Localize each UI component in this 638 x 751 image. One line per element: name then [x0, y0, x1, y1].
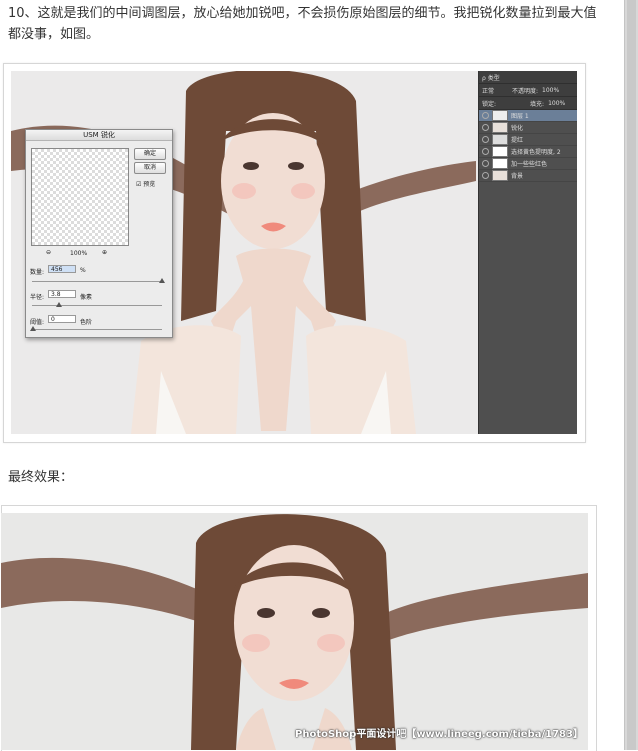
visibility-eye-icon[interactable]	[482, 112, 489, 119]
blend-bar: 正常 不透明度: 100%	[479, 84, 577, 97]
layer-name: 加一些些红色	[511, 161, 548, 168]
ok-button[interactable]: 确定	[134, 148, 166, 160]
layer-thumbnail	[492, 134, 508, 145]
layer-thumbnail	[492, 110, 508, 121]
opacity-label: 不透明度:	[512, 87, 539, 95]
radius-label: 半径:	[30, 294, 45, 301]
scrollbar-thumb[interactable]	[627, 0, 636, 750]
radius-slider[interactable]	[32, 305, 162, 306]
threshold-unit: 色阶	[80, 319, 93, 326]
amount-input[interactable]: 456	[48, 265, 76, 273]
layer-row[interactable]: 选择黄色提明度, 2	[479, 146, 577, 158]
watermark-text: PhotoShop平面设计吧【www.lineeg.com/tieba/1783…	[295, 729, 583, 740]
final-result-image	[1, 513, 588, 750]
zoom-in-icon[interactable]: ⊕	[102, 249, 107, 256]
layer-name: 提红	[511, 137, 524, 144]
layer-row[interactable]: 图层 1	[479, 110, 577, 122]
visibility-eye-icon[interactable]	[482, 124, 489, 131]
radius-slider-handle[interactable]	[56, 302, 62, 307]
layers-filter-bar[interactable]: ρ 类型	[479, 71, 577, 84]
adjustment-thumbnail	[492, 158, 508, 169]
amount-slider[interactable]	[32, 281, 162, 282]
final-effect-caption: 最终效果：	[8, 470, 74, 485]
visibility-eye-icon[interactable]	[482, 160, 489, 167]
layer-row[interactable]: 加一些些红色	[479, 158, 577, 170]
preview-label: 预览	[143, 181, 156, 188]
opacity-value[interactable]: 100%	[542, 87, 559, 94]
step-paragraph: 10、这就是我们的中间调图层，放心给她加锐吧，不会损伤原始图层的细节。我把锐化数…	[8, 6, 597, 42]
cancel-button[interactable]: 取消	[134, 162, 166, 174]
filter-preview[interactable]	[31, 148, 129, 246]
layer-row[interactable]: 提红	[479, 134, 577, 146]
dialog-title: USM 锐化	[26, 130, 172, 141]
preview-checkbox[interactable]: ☑ 预览	[136, 179, 155, 188]
photoshop-screenshot: ρ 类型 正常 不透明度: 100% 锁定: 填充: 100% 图层 1 锐化 …	[11, 71, 577, 434]
layer-name: 锐化	[511, 125, 524, 132]
zoom-out-icon[interactable]: ⊖	[46, 249, 51, 256]
layer-name: 选择黄色提明度, 2	[511, 149, 561, 156]
threshold-slider-handle[interactable]	[30, 326, 36, 331]
visibility-eye-icon[interactable]	[482, 172, 489, 179]
visibility-eye-icon[interactable]	[482, 136, 489, 143]
blend-mode-select[interactable]: 正常	[482, 86, 494, 95]
zoom-level: 100%	[70, 250, 88, 257]
portrait-photo-2	[1, 513, 588, 750]
layer-thumbnail	[492, 170, 508, 181]
lock-bar: 锁定: 填充: 100%	[479, 97, 577, 110]
fill-label: 填充:	[530, 100, 545, 108]
threshold-input[interactable]: 0	[48, 315, 76, 323]
visibility-eye-icon[interactable]	[482, 148, 489, 155]
threshold-label: 阈值:	[30, 319, 45, 326]
layer-thumbnail	[492, 122, 508, 133]
page-scrollbar[interactable]	[624, 0, 638, 750]
layer-row[interactable]: 锐化	[479, 122, 577, 134]
layer-name: 图层 1	[511, 113, 529, 120]
amount-unit: %	[80, 267, 86, 274]
radius-unit: 像素	[80, 294, 93, 301]
adjustment-thumbnail	[492, 146, 508, 157]
layer-kind-filter[interactable]: ρ 类型	[482, 73, 500, 82]
layers-panel: ρ 类型 正常 不透明度: 100% 锁定: 填充: 100% 图层 1 锐化 …	[478, 71, 577, 434]
radius-input[interactable]: 3.8	[48, 290, 76, 298]
layer-row[interactable]: 背景	[479, 170, 577, 182]
amount-label: 数量:	[30, 269, 45, 276]
usm-sharpen-dialog: USM 锐化 确定 取消 ☑ 预览 ⊖ 100% ⊕ 数量: 456 % 半径:…	[25, 129, 173, 338]
lock-label: 锁定:	[482, 100, 497, 108]
threshold-slider[interactable]	[32, 329, 162, 330]
fill-value[interactable]: 100%	[548, 100, 565, 107]
layer-name: 背景	[511, 173, 524, 180]
amount-slider-handle[interactable]	[159, 278, 165, 283]
